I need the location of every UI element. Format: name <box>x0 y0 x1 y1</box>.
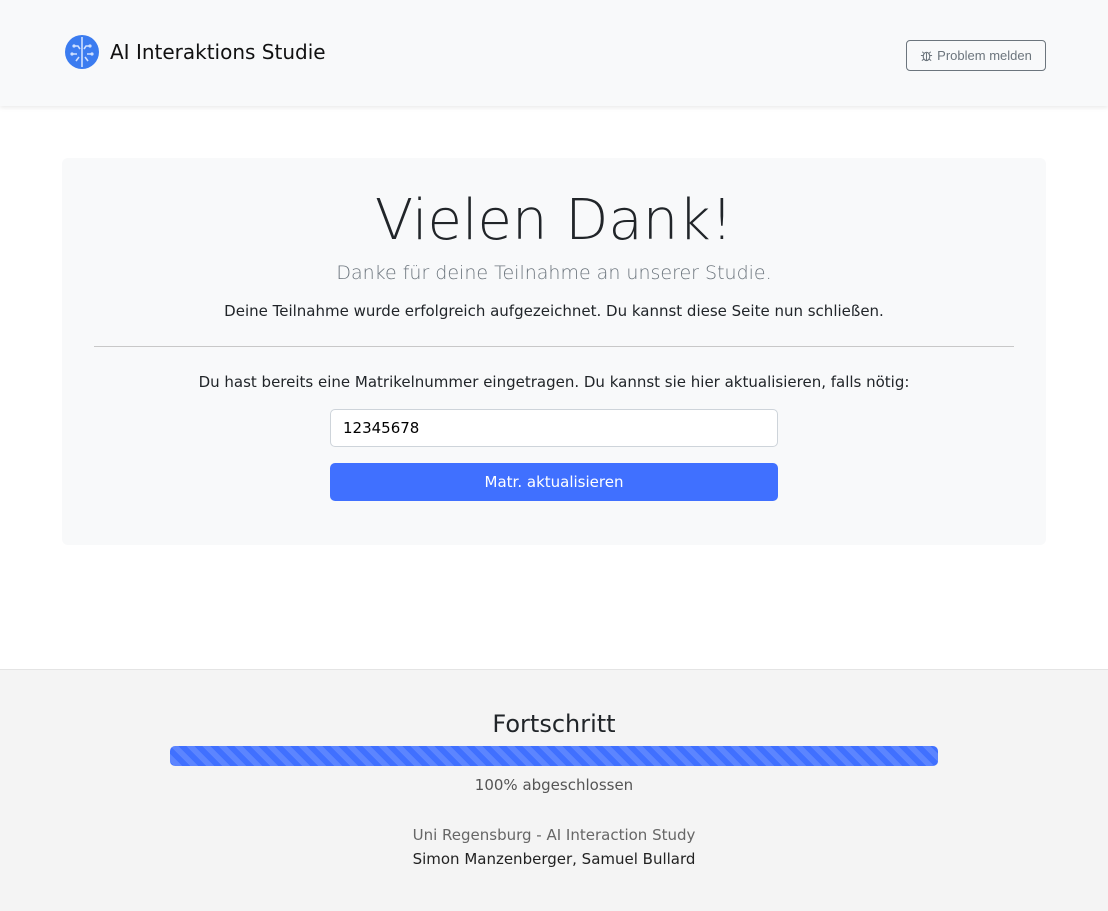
lead-text: Danke für deine Teilnahme an unserer Stu… <box>336 262 772 284</box>
brain-icon <box>65 35 99 69</box>
update-matr-button[interactable]: Matr. aktualisieren <box>330 463 778 501</box>
progress-fill <box>170 746 938 766</box>
footer: Fortschritt 100% abgeschlossen Uni Regen… <box>0 669 1108 911</box>
authors-text: Simon Manzenberger, Samuel Bullard <box>412 850 696 868</box>
progress-bar <box>170 746 938 766</box>
institution-text: Uni Regensburg - AI Interaction Study <box>412 826 696 844</box>
divider <box>94 346 1014 347</box>
thank-you-card: Vielen Dank! Danke für deine Teilnahme a… <box>62 158 1046 545</box>
progress-title: Fortschritt <box>492 710 616 738</box>
report-problem-button[interactable]: Problem melden <box>906 40 1046 71</box>
app-title: AI Interaktions Studie <box>110 40 326 64</box>
page-title: Vielen Dank! <box>374 188 734 253</box>
success-message: Deine Teilnahme wurde erfolgreich aufgez… <box>224 302 884 320</box>
report-problem-label: Problem melden <box>937 48 1032 63</box>
matr-prompt: Du hast bereits eine Matrikelnummer eing… <box>198 373 910 391</box>
bug-icon <box>921 51 933 62</box>
brand[interactable]: AI Interaktions Studie <box>64 34 326 70</box>
progress-text: 100% abgeschlossen <box>474 776 634 794</box>
navbar: AI Interaktions Studie Problem melden <box>0 0 1108 106</box>
matrikelnummer-input[interactable] <box>330 409 778 447</box>
